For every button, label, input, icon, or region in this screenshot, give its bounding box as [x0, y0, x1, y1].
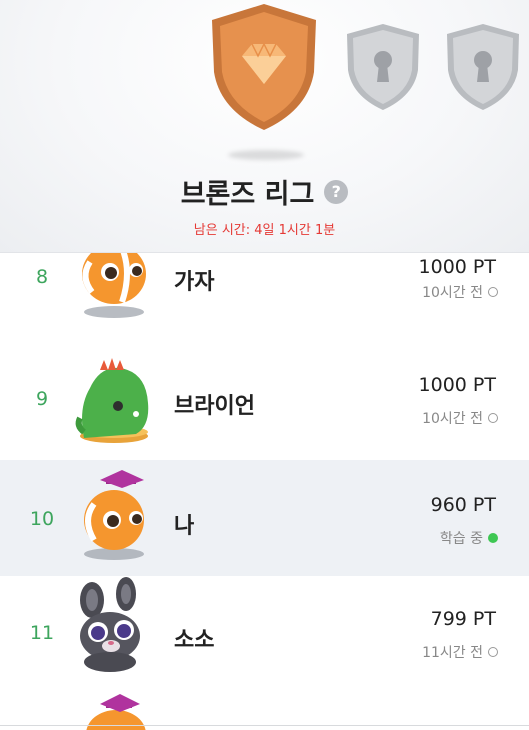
green-dino-avatar — [75, 358, 149, 443]
leaderboard-row[interactable]: 9 브라이언 1000 PT 10시간 전 — [0, 342, 529, 458]
gray-bunny-avatar — [80, 577, 140, 672]
orange-fish-cap-avatar-partial — [86, 694, 146, 730]
time-remaining: 남은 시간: 4일 1시간 1분 — [193, 223, 336, 238]
last-active-status: 10시간 전 — [422, 282, 498, 302]
player-name: 브라이언 — [174, 394, 255, 419]
divider — [0, 725, 529, 726]
points-value: 1000 PT — [418, 374, 496, 396]
status-text: 학습 중 — [439, 531, 483, 547]
player-name: 가자 — [174, 270, 215, 295]
offline-dot-icon — [488, 413, 498, 423]
status-text: 10시간 전 — [422, 411, 483, 427]
player-name: 나 — [174, 514, 195, 539]
player-name: 소소 — [174, 628, 215, 653]
points-value: 1000 PT — [418, 256, 496, 278]
rank-number: 11 — [29, 622, 55, 644]
learning-status: 학습 중 — [440, 528, 498, 548]
leaderboard-row-me[interactable]: 10 나 960 PT 학습 중 — [0, 460, 529, 576]
league-title-row: 브론즈 리그 ? — [0, 172, 529, 211]
status-text: 11시간 전 — [422, 645, 483, 661]
last-active-status: 11시간 전 — [422, 642, 498, 662]
rank-number: 8 — [35, 266, 49, 288]
league-header: 브론즈 리그 ? 남은 시간: 4일 1시간 1분 — [0, 0, 529, 253]
offline-dot-icon — [488, 287, 498, 297]
rank-number: 10 — [29, 508, 55, 530]
offline-dot-icon — [488, 647, 498, 657]
help-icon[interactable]: ? — [324, 179, 349, 204]
silver-badge[interactable] — [344, 22, 422, 112]
last-active-status: 10시간 전 — [422, 408, 498, 428]
badge-shadow — [228, 150, 304, 160]
online-dot-icon — [488, 533, 498, 543]
status-text: 10시간 전 — [422, 285, 483, 301]
orange-fish-cap-avatar — [84, 470, 144, 560]
points-value: 960 PT — [430, 494, 496, 516]
points-value: 799 PT — [430, 608, 496, 630]
league-title: 브론즈 리그 — [180, 179, 315, 210]
bronze-badge[interactable] — [208, 2, 320, 132]
silver-badge-2[interactable] — [444, 22, 522, 112]
rank-number: 9 — [35, 388, 49, 410]
leaderboard-row[interactable]: 11 소소 799 PT 11시간 전 — [0, 576, 529, 692]
